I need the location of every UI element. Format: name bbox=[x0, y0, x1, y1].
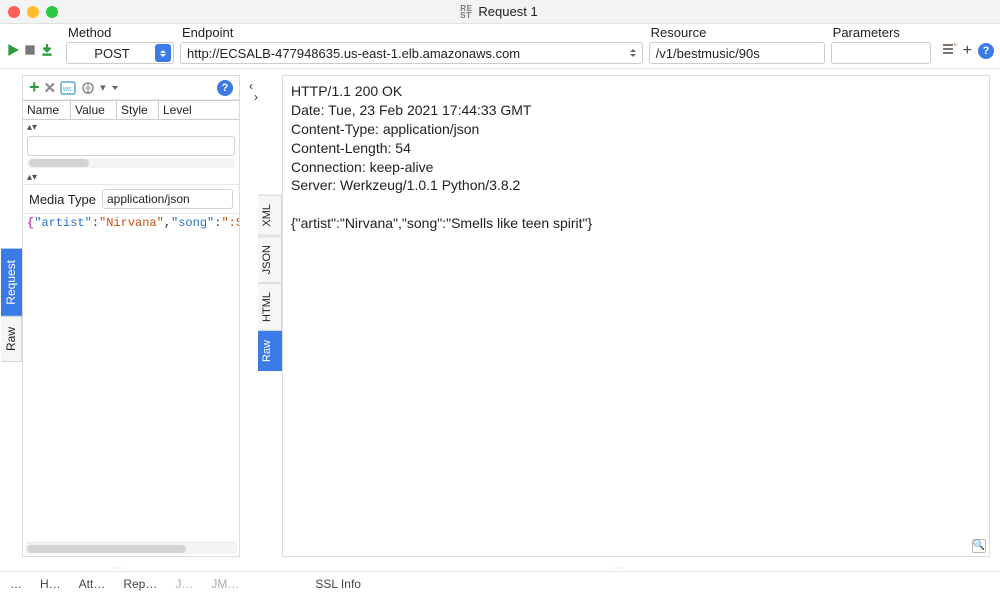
caret-down-icon[interactable] bbox=[112, 86, 118, 90]
bottom-tab-ssl-info[interactable]: SSL Info bbox=[315, 577, 361, 591]
drag-handle-icon[interactable]: ⋯ bbox=[240, 563, 1000, 571]
request-panel: + ✕ ws ▾ ? Name Value Style Level ▴▾ ▴▾ … bbox=[22, 75, 240, 557]
method-label: Method bbox=[66, 25, 174, 40]
horizontal-scrollbar[interactable] bbox=[27, 158, 235, 168]
endpoint-label: Endpoint bbox=[180, 25, 643, 40]
wsdl-icon[interactable]: ws bbox=[60, 81, 76, 95]
splitter[interactable]: ‹ › bbox=[244, 69, 258, 563]
remove-param-icon[interactable]: ✕ bbox=[44, 79, 57, 97]
resource-value: /v1/bestmusic/90s bbox=[656, 46, 760, 61]
resource-field: Resource /v1/bestmusic/90s bbox=[649, 25, 825, 64]
add-param-icon[interactable]: + bbox=[29, 77, 40, 98]
parameters-input[interactable] bbox=[831, 42, 931, 64]
media-type-value: application/json bbox=[107, 192, 190, 206]
response-body[interactable]: HTTP/1.1 200 OK Date: Tue, 23 Feb 2021 1… bbox=[282, 75, 990, 557]
bottom-tab-headers[interactable]: H… bbox=[40, 577, 61, 591]
svg-text:ws: ws bbox=[62, 86, 72, 93]
rest-badge-icon: RE ST bbox=[460, 5, 472, 19]
col-level[interactable]: Level bbox=[159, 101, 239, 119]
endpoint-combobox[interactable]: http://ECSALB-477948635.us-east-1.elb.am… bbox=[180, 42, 643, 64]
media-type-input[interactable]: application/json bbox=[102, 189, 233, 209]
window-title: RE ST Request 1 bbox=[58, 4, 940, 19]
response-panel: XML JSON HTML Raw HTTP/1.1 200 OK Date: … bbox=[258, 75, 990, 557]
help-icon[interactable]: ? bbox=[217, 80, 233, 96]
request-body-editor[interactable]: {"artist":"Nirvana","song":":S bbox=[23, 213, 239, 233]
sort-arrows-icon[interactable]: ▴▾ bbox=[23, 170, 239, 184]
params-table-header: Name Value Style Level bbox=[23, 100, 239, 120]
resource-label: Resource bbox=[649, 25, 825, 40]
window-controls bbox=[8, 6, 58, 18]
tab-json[interactable]: JSON bbox=[258, 236, 282, 283]
endpoint-value: http://ECSALB-477948635.us-east-1.elb.am… bbox=[187, 46, 520, 61]
titlebar: RE ST Request 1 bbox=[0, 0, 1000, 24]
drag-handle-icon[interactable]: ⋯ bbox=[0, 563, 240, 571]
response-vertical-tabs: XML JSON HTML Raw bbox=[258, 75, 282, 557]
bottom-tab-more[interactable]: … bbox=[10, 577, 22, 591]
col-name[interactable]: Name bbox=[23, 101, 71, 119]
search-icon[interactable]: 🔍 bbox=[972, 539, 986, 553]
stop-icon[interactable] bbox=[23, 43, 37, 60]
col-style[interactable]: Style bbox=[117, 101, 159, 119]
toolbar: Method POST Endpoint http://ECSALB-47794… bbox=[0, 24, 1000, 69]
media-type-label: Media Type bbox=[29, 192, 96, 207]
tab-raw-request[interactable]: Raw bbox=[1, 316, 22, 362]
configure-icon[interactable] bbox=[941, 41, 957, 60]
tab-html[interactable]: HTML bbox=[258, 283, 282, 331]
tab-request[interactable]: Request bbox=[1, 249, 22, 316]
horizontal-scrollbar[interactable] bbox=[25, 542, 237, 554]
add-icon[interactable]: + bbox=[963, 42, 972, 60]
collapse-left-icon[interactable]: ‹ bbox=[249, 79, 253, 93]
endpoint-field: Endpoint http://ECSALB-477948635.us-east… bbox=[180, 25, 643, 64]
tab-xml[interactable]: XML bbox=[258, 195, 282, 236]
bottom-tab-jm[interactable]: JM… bbox=[211, 577, 239, 591]
dropdown-arrows-icon bbox=[626, 44, 640, 62]
parameters-field: Parameters bbox=[831, 25, 931, 64]
response-text: HTTP/1.1 200 OK Date: Tue, 23 Feb 2021 1… bbox=[291, 83, 592, 231]
main-area: Request Raw + ✕ ws ▾ ? Name Value Style … bbox=[0, 69, 1000, 563]
request-toolbar: + ✕ ws ▾ ? bbox=[23, 76, 239, 100]
resource-input[interactable]: /v1/bestmusic/90s bbox=[649, 42, 825, 64]
submit-all-icon[interactable] bbox=[40, 43, 54, 60]
help-icon[interactable]: ? bbox=[978, 43, 994, 59]
bottom-tab-attachments[interactable]: Att… bbox=[79, 577, 106, 591]
left-vertical-tabs: Request Raw bbox=[0, 69, 22, 563]
method-field: Method POST bbox=[66, 25, 174, 64]
col-value[interactable]: Value bbox=[71, 101, 117, 119]
run-icon[interactable] bbox=[6, 43, 20, 60]
bottom-bar: … H… Att… Rep… J… JM… SSL Info bbox=[0, 571, 1000, 595]
close-window-button[interactable] bbox=[8, 6, 20, 18]
method-select[interactable]: POST bbox=[66, 42, 174, 64]
filter-input[interactable] bbox=[27, 136, 235, 156]
minimize-window-button[interactable] bbox=[27, 6, 39, 18]
tab-raw[interactable]: Raw bbox=[258, 331, 282, 371]
bottom-tab-j1[interactable]: J… bbox=[175, 577, 193, 591]
method-value: POST bbox=[94, 46, 129, 61]
dropdown-arrows-icon bbox=[155, 44, 171, 62]
window-title-text: Request 1 bbox=[478, 4, 537, 19]
bottom-tab-representations[interactable]: Rep… bbox=[123, 577, 157, 591]
sort-arrows-icon[interactable]: ▴▾ bbox=[23, 120, 239, 134]
parameters-label: Parameters bbox=[831, 25, 931, 40]
right-toolbar: + ? bbox=[937, 41, 994, 64]
media-type-row: Media Type application/json bbox=[23, 184, 239, 213]
run-controls bbox=[6, 43, 60, 64]
maximize-window-button[interactable] bbox=[46, 6, 58, 18]
resource-icon[interactable] bbox=[80, 81, 96, 95]
